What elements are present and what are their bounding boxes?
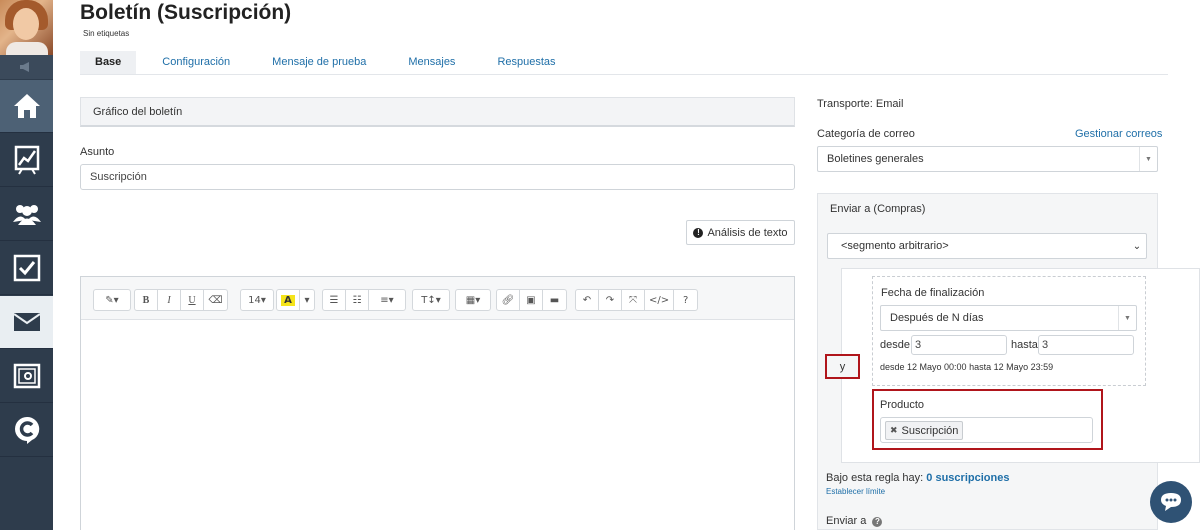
magic-wand-icon[interactable]: ✎▾	[94, 290, 130, 310]
send-to-header: Enviar a (Compras)	[830, 203, 926, 215]
chart-icon	[14, 145, 39, 175]
chevron-down-icon: ⌄	[1132, 240, 1142, 252]
from-label: desde	[880, 339, 910, 351]
subject-input[interactable]: Suscripción	[80, 164, 795, 190]
remove-tag-icon[interactable]: ✖	[890, 425, 898, 436]
subject-label: Asunto	[80, 146, 115, 158]
transport-label: Transporte: Email	[817, 98, 904, 110]
to-label: hasta	[1011, 339, 1038, 351]
code-view-icon[interactable]: </>	[645, 290, 675, 310]
manage-mail-link[interactable]: Gestionar correos	[1075, 128, 1162, 140]
tags-label[interactable]: Sin etiquetas	[83, 29, 129, 38]
table-icon[interactable]: ▦▾	[456, 290, 490, 310]
c-logo-icon	[14, 416, 39, 444]
mail-category-value: Boletines generales	[827, 153, 924, 165]
chevron-down-icon: ▼	[1118, 306, 1136, 330]
sidebar-item-reports[interactable]	[0, 134, 53, 187]
avatar[interactable]	[0, 0, 53, 55]
segment-value: <segmento arbitrario>	[841, 240, 949, 252]
font-size-value: 14	[248, 294, 261, 306]
chevron-down-icon[interactable]: ▾	[300, 290, 314, 310]
newsletter-graphic-panel[interactable]: Gráfico del boletín	[80, 97, 795, 127]
italic-button[interactable]: I	[158, 290, 181, 310]
set-limit-link[interactable]: Establecer límite	[826, 487, 885, 496]
font-size-select[interactable]: 14 ▾	[241, 290, 273, 310]
page-title: Boletín (Suscripción)	[80, 1, 292, 24]
page: Boletín (Suscripción) Sin etiquetas Base…	[0, 0, 1200, 530]
product-tag[interactable]: ✖ Suscripción	[885, 421, 964, 440]
sidebar-item-safe[interactable]	[0, 350, 53, 403]
text-analysis-button[interactable]: ! Análisis de texto	[686, 220, 795, 245]
underline-button[interactable]: U	[181, 290, 204, 310]
sidebar-item-home[interactable]	[0, 80, 53, 133]
tab-bar: Base Configuración Mensaje de prueba Men…	[80, 51, 1168, 75]
sidebar-item-mail[interactable]	[0, 296, 53, 349]
rule-summary: Bajo esta regla hay: 0 suscripciones	[826, 472, 1009, 484]
align-icon[interactable]: ≡▾	[369, 290, 405, 310]
send-to-label: Enviar a ?	[826, 515, 883, 527]
product-tag-label: Suscripción	[901, 424, 959, 437]
tab-respuestas[interactable]: Respuestas	[481, 51, 571, 74]
end-date-label: Fecha de finalización	[881, 287, 985, 299]
tab-mensaje-de-prueba[interactable]: Mensaje de prueba	[256, 51, 382, 74]
mail-category-label: Categoría de correo	[817, 128, 915, 140]
text-analysis-label: Análisis de texto	[707, 226, 788, 239]
announcement-strip[interactable]	[0, 55, 53, 79]
fullscreen-icon[interactable]: ⤧	[622, 290, 645, 310]
segment-select[interactable]: <segmento arbitrario> ⌄	[827, 233, 1147, 259]
sidebar-item-tasks[interactable]	[0, 242, 53, 295]
megaphone-icon	[20, 62, 29, 72]
help-icon[interactable]: ?	[872, 516, 883, 527]
end-date-mode-select[interactable]: Después de N días ▼	[880, 305, 1137, 331]
subscriptions-count-link[interactable]: 0 suscripciones	[926, 472, 1009, 484]
home-icon	[13, 94, 40, 118]
editor-toolbar: ✎▾ B I U ⌫ 14 ▾ A ▾ ☰ ☷ ≡▾ T↕▾ ▦▾ 🔗︎ ▣ ▬…	[81, 277, 794, 320]
rich-text-editor[interactable]: ✎▾ B I U ⌫ 14 ▾ A ▾ ☰ ☷ ≡▾ T↕▾ ▦▾ 🔗︎ ▣ ▬…	[80, 276, 795, 530]
sidebar	[0, 0, 53, 530]
chevron-down-icon: ▼	[1139, 147, 1157, 171]
chat-icon	[1161, 493, 1181, 511]
sidebar-item-brand[interactable]	[0, 404, 53, 457]
text-style-icon[interactable]: T↕▾	[413, 290, 449, 310]
link-icon[interactable]: 🔗︎	[497, 290, 520, 310]
end-date-mode-value: Después de N días	[890, 312, 984, 324]
users-icon	[12, 205, 41, 225]
rule-summary-text: Bajo esta regla hay:	[826, 472, 924, 484]
help-icon[interactable]: ?	[674, 290, 697, 310]
safe-icon	[13, 363, 40, 389]
sidebar-item-contacts[interactable]	[0, 188, 53, 241]
tab-mensajes[interactable]: Mensajes	[392, 51, 471, 74]
chat-button[interactable]	[1150, 481, 1192, 523]
eraser-icon[interactable]: ⌫	[204, 290, 227, 310]
to-days-input[interactable]: 3	[1038, 335, 1134, 355]
mail-icon	[12, 313, 41, 331]
tab-configuracion[interactable]: Configuración	[146, 51, 246, 74]
bold-button[interactable]: B	[135, 290, 158, 310]
and-operator-button[interactable]: y	[825, 354, 860, 379]
image-icon[interactable]: ▣	[520, 290, 543, 310]
mail-category-select[interactable]: Boletines generales ▼	[817, 146, 1158, 172]
video-icon[interactable]: ▬	[543, 290, 566, 310]
info-icon: !	[693, 227, 704, 238]
tab-base[interactable]: Base	[80, 51, 137, 74]
numbered-list-icon[interactable]: ☷	[346, 290, 369, 310]
product-label: Producto	[880, 399, 925, 411]
redo-icon[interactable]: ↷	[599, 290, 622, 310]
date-range-note: desde 12 Mayo 00:00 hasta 12 Mayo 23:59	[880, 362, 1054, 372]
undo-icon[interactable]: ↶	[576, 290, 599, 310]
bullet-list-icon[interactable]: ☰	[323, 290, 346, 310]
checkbox-icon	[13, 254, 40, 282]
text-color-icon[interactable]: A	[277, 290, 300, 310]
from-days-input[interactable]: 3	[911, 335, 1007, 355]
